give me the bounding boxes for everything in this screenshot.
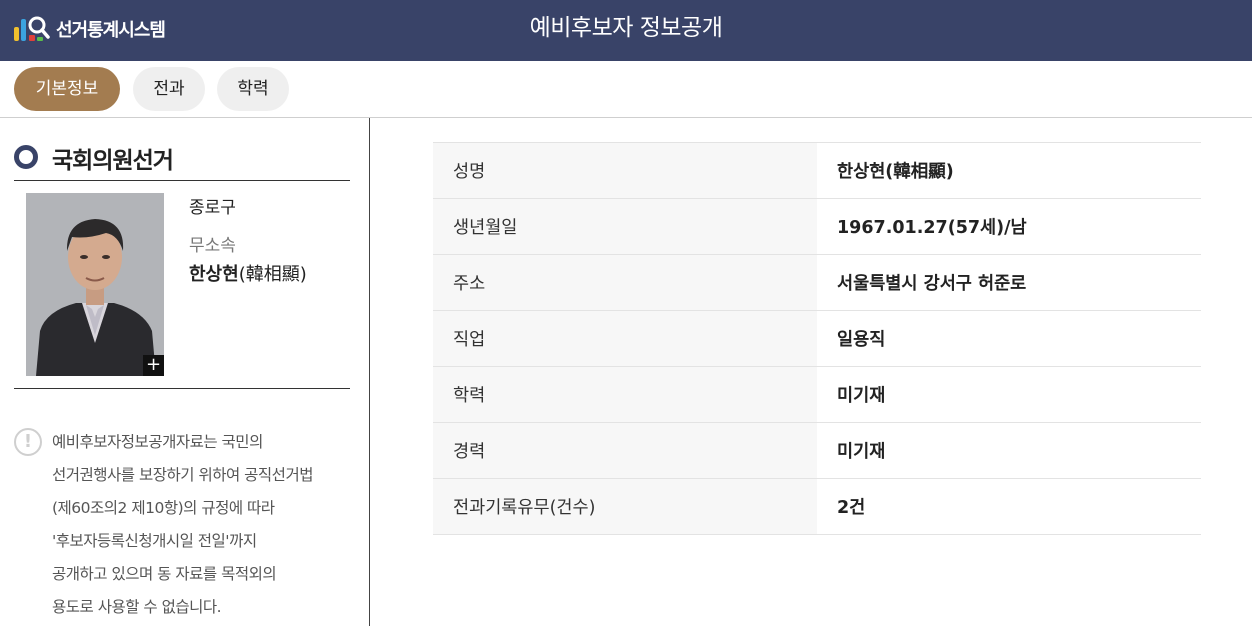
row-label-education: 학력 bbox=[433, 366, 817, 423]
candidate-photo[interactable]: + bbox=[26, 193, 164, 376]
table-row: 주소 서울특별시 강서구 허준로 bbox=[433, 254, 1201, 311]
table-row: 직업 일용직 bbox=[433, 310, 1201, 367]
election-type-label: 국회의원선거 bbox=[52, 148, 174, 174]
table-row: 생년월일 1967.01.27(57세)/남 bbox=[433, 198, 1201, 255]
notice-text: 예비후보자정보공개자료는 국민의 선거권행사를 보장하기 위하여 공직선거법 (… bbox=[52, 430, 357, 628]
party-label: 무소속 bbox=[189, 236, 236, 256]
panel-divider bbox=[369, 118, 370, 626]
table-row: 성명 한상현(韓相顯) bbox=[433, 142, 1201, 199]
circle-bullet-icon bbox=[14, 145, 38, 169]
row-value-birth: 1967.01.27(57세)/남 bbox=[817, 198, 1201, 255]
notice-line: 용도로 사용할 수 없습니다. bbox=[52, 598, 222, 616]
candidate-name-korean: 한상현 bbox=[189, 264, 239, 285]
notice-line: (제60조의2 제10항)의 규정에 따라 bbox=[52, 499, 275, 517]
row-value-name: 한상현(韓相顯) bbox=[817, 142, 1201, 199]
candidate-name: 한상현(韓相顯) bbox=[189, 260, 307, 286]
row-value-career: 미기재 bbox=[817, 422, 1201, 479]
row-label-occupation: 직업 bbox=[433, 310, 817, 367]
table-row: 전과기록유무(건수) 2건 bbox=[433, 478, 1201, 535]
notice-line: 예비후보자정보공개자료는 국민의 bbox=[52, 433, 263, 451]
tab-divider bbox=[0, 117, 1252, 118]
tab-criminal-record[interactable]: 전과 bbox=[133, 67, 205, 111]
row-label-name: 성명 bbox=[433, 142, 817, 199]
exclamation-icon: ! bbox=[14, 428, 42, 456]
row-value-occupation: 일용직 bbox=[817, 310, 1201, 367]
candidate-info-table: 성명 한상현(韓相顯) 생년월일 1967.01.27(57세)/남 주소 서울… bbox=[433, 142, 1201, 535]
row-label-criminal-record: 전과기록유무(건수) bbox=[433, 478, 817, 535]
table-row: 경력 미기재 bbox=[433, 422, 1201, 479]
section-rule-bottom bbox=[14, 388, 350, 389]
header-bar: 선거통계시스템 예비후보자 정보공개 bbox=[0, 0, 1252, 61]
row-value-address: 서울특별시 강서구 허준로 bbox=[817, 254, 1201, 311]
photo-zoom-button[interactable]: + bbox=[143, 355, 164, 376]
tab-basic-info[interactable]: 기본정보 bbox=[14, 67, 120, 111]
row-label-birth: 생년월일 bbox=[433, 198, 817, 255]
notice-line: 공개하고 있으며 동 자료를 목적외의 bbox=[52, 565, 277, 583]
tab-education[interactable]: 학력 bbox=[217, 67, 289, 111]
candidate-portrait-icon bbox=[26, 193, 164, 376]
row-value-education: 미기재 bbox=[817, 366, 1201, 423]
notice-line: 선거권행사를 보장하기 위하여 공직선거법 bbox=[52, 466, 313, 484]
row-label-career: 경력 bbox=[433, 422, 817, 479]
table-row: 학력 미기재 bbox=[433, 366, 1201, 423]
section-rule-top bbox=[14, 180, 350, 181]
notice-line: '후보자등록신청개시일 전일'까지 bbox=[52, 532, 257, 550]
page-title: 예비후보자 정보공개 bbox=[529, 15, 723, 41]
row-label-address: 주소 bbox=[433, 254, 817, 311]
district-label: 종로구 bbox=[189, 198, 236, 218]
candidate-name-hanja: (韓相顯) bbox=[238, 264, 307, 285]
row-value-criminal-record: 2건 bbox=[817, 478, 1201, 535]
